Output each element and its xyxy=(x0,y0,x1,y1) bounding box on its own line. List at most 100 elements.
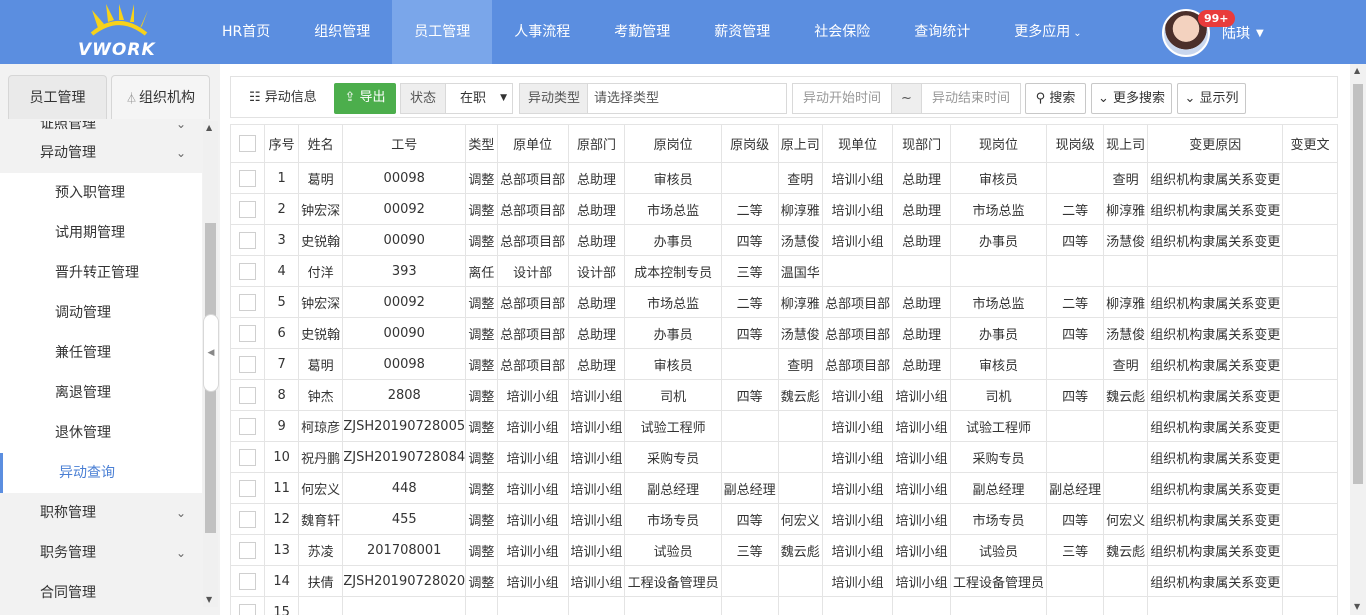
table-row[interactable]: 14 扶倩 ZJSH20190728020 调整 培训小组 培训小组 工程设备管理员 培训小组… xyxy=(230,565,1338,597)
table-row[interactable]: 13 苏凌 201708001 调整 培训小组 培训小组 试验员 三等 魏云彪 培训小组 培训小组试… xyxy=(230,534,1338,566)
show-columns-button[interactable]: ⌄ 显示列 xyxy=(1177,83,1246,114)
start-date-input[interactable]: 异动开始时间 xyxy=(792,83,892,114)
table-row[interactable]: 12 魏育轩 455 调整 培训小组 培训小组 市场专员 四等 何宏义 培训小组 培训小组 市场专员四… xyxy=(230,503,1338,535)
scroll-down-icon[interactable]: ▼ xyxy=(206,595,212,604)
nav-item-1[interactable]: 组织管理 xyxy=(292,0,392,64)
row-checkbox[interactable] xyxy=(239,448,257,466)
nav-item-0[interactable]: HR首页 xyxy=(200,0,292,64)
sidebar-subitem-0[interactable]: 预入职管理 xyxy=(0,173,202,213)
table-row[interactable]: 9 柯琼彦 ZJSH20190728005 调整 培训小组 培训小组 试验工程师 培训小组 培训… xyxy=(230,410,1338,442)
row-checkbox[interactable] xyxy=(239,262,257,280)
table-row[interactable]: 4 付洋 393 离任 设计部 设计部 成本控制专员 三等 温国华 xyxy=(230,255,1338,287)
row-checkbox[interactable] xyxy=(239,324,257,342)
vwork-logo[interactable]: VWORK xyxy=(78,4,168,62)
sidebar-subitem-2[interactable]: 晋升转正管理 xyxy=(0,253,202,293)
sidebar-subitem-7[interactable]: 异动查询 xyxy=(0,453,202,493)
column-header[interactable]: 现上司 xyxy=(1102,124,1149,163)
column-header[interactable]: 工号 xyxy=(342,124,467,163)
sidebar-group-contracts[interactable]: 合同管理 xyxy=(0,573,202,607)
sidebar-subitem-4[interactable]: 兼任管理 xyxy=(0,333,202,373)
table-cell: 付洋 xyxy=(297,255,344,287)
row-checkbox[interactable] xyxy=(239,169,257,187)
nav-item-3[interactable]: 人事流程 xyxy=(492,0,592,64)
row-checkbox[interactable] xyxy=(239,510,257,528)
more-search-button[interactable]: ⌄ 更多搜索 xyxy=(1091,83,1172,114)
table-cell: 组织机构隶属关系变更 xyxy=(1147,565,1284,597)
column-header[interactable]: 原岗级 xyxy=(720,124,779,163)
select-all-checkbox[interactable] xyxy=(239,135,257,152)
row-checkbox[interactable] xyxy=(239,200,257,218)
row-checkbox[interactable] xyxy=(239,231,257,249)
table-row[interactable]: 6 史锐翰 00090 调整 总部项目部 总助理 办事员 四等 汤慧俊 总部项目部 总助理 办事员 四等… xyxy=(230,317,1338,349)
search-button[interactable]: ⚲ 搜索 xyxy=(1025,83,1086,114)
table-row[interactable]: 7 葛明 00098 调整 总部项目部 总助理 审核员 查明 总部项目部 总助理 审核员 查明 组织机构… xyxy=(230,348,1338,380)
nav-item-2[interactable]: 员工管理 xyxy=(392,0,493,64)
page-scrollbar[interactable]: ▲ ▼ xyxy=(1350,64,1366,615)
sidebar-subitem-1[interactable]: 试用期管理 xyxy=(0,213,202,253)
column-header[interactable]: 姓名 xyxy=(297,124,344,163)
sidebar-item-certificates[interactable]: 证照管理 ⌄ xyxy=(0,121,202,133)
column-header[interactable]: 现部门 xyxy=(892,124,951,163)
table-row[interactable]: 11 何宏义 448 调整 培训小组 培训小组 副总经理 副总经理 培训小组 培训小组 副总经理 副总… xyxy=(230,472,1338,504)
sidebar-item-label: 职务管理 xyxy=(40,545,96,561)
nav-item-7[interactable]: 查询统计 xyxy=(892,0,992,64)
column-header[interactable]: 变更文 xyxy=(1282,124,1338,163)
table-cell: 司机 xyxy=(624,379,722,411)
notification-badge[interactable]: 99+ xyxy=(1198,10,1235,27)
row-checkbox[interactable] xyxy=(239,355,257,373)
column-header[interactable]: 序号 xyxy=(264,124,299,163)
column-header[interactable]: 现岗位 xyxy=(949,124,1048,163)
column-header[interactable]: 原单位 xyxy=(496,124,569,163)
scroll-down-icon[interactable]: ▼ xyxy=(1354,602,1360,611)
nav-item-4[interactable]: 考勤管理 xyxy=(592,0,692,64)
table-cell: 总部项目部 xyxy=(496,162,569,194)
row-checkbox[interactable] xyxy=(239,293,257,311)
tab-organization[interactable]: ⏃ 组织机构 xyxy=(111,75,210,119)
export-button[interactable]: ⇪ 导出 xyxy=(334,83,396,114)
caret-down-icon[interactable]: ▼ xyxy=(1256,28,1264,39)
sidebar-group-positions[interactable]: 职务管理 ⌄ xyxy=(0,533,202,573)
table-cell xyxy=(777,596,823,615)
type-select[interactable]: 请选择类型 xyxy=(587,83,787,114)
export-icon: ⇪ xyxy=(344,90,356,105)
row-checkbox[interactable] xyxy=(239,417,257,435)
sidebar-subitem-6[interactable]: 退休管理 xyxy=(0,413,202,453)
nav-item-6[interactable]: 社会保险 xyxy=(792,0,892,64)
scrollbar-thumb[interactable] xyxy=(1353,84,1363,484)
row-checkbox[interactable] xyxy=(239,541,257,559)
scroll-up-icon[interactable]: ▲ xyxy=(1354,66,1360,75)
row-checkbox[interactable] xyxy=(239,479,257,497)
user-menu[interactable]: 99+ 陆琪 ▼ xyxy=(1162,8,1264,58)
sidebar-subitem-5[interactable]: 离退管理 xyxy=(0,373,202,413)
table-cell: 调整 xyxy=(465,317,498,349)
column-header[interactable]: 变更原因 xyxy=(1147,124,1284,163)
table-cell: 钟杰 xyxy=(297,379,344,411)
table-row[interactable]: 3 史锐翰 00090 调整 总部项目部 总助理 办事员 四等 汤慧俊 培训小组 总助理 办事员 四等汤… xyxy=(230,224,1338,256)
sidebar-subitem-3[interactable]: 调动管理 xyxy=(0,293,202,333)
table-row[interactable]: 10 祝丹鹏 ZJSH20190728084 调整 培训小组 培训小组 采购专员 培训小组 培训… xyxy=(230,441,1338,473)
sidebar-group-titles[interactable]: 职称管理 ⌄ xyxy=(0,493,202,533)
table-row[interactable]: 8 钟杰 2808 调整 培训小组 培训小组 司机 四等 魏云彪 培训小组 培训小组 司机 四等 魏云彪组… xyxy=(230,379,1338,411)
sidebar-group-transfer[interactable]: 异动管理 ⌄ xyxy=(0,133,202,173)
row-checkbox[interactable] xyxy=(239,386,257,404)
status-select[interactable]: 在职 ▼ xyxy=(445,83,513,114)
column-header[interactable]: 现单位 xyxy=(821,124,894,163)
column-header[interactable]: 现岗级 xyxy=(1046,124,1104,163)
row-checkbox[interactable] xyxy=(239,572,257,590)
column-header[interactable]: 类型 xyxy=(465,124,498,163)
sidebar-collapse-handle[interactable]: ◀ xyxy=(203,314,219,392)
nav-item-5[interactable]: 薪资管理 xyxy=(692,0,792,64)
table-row[interactable]: 15 xyxy=(230,596,1338,615)
end-date-input[interactable]: 异动结束时间 xyxy=(921,83,1021,114)
nav-item-8[interactable]: 更多应用 ⌄ xyxy=(992,0,1103,64)
row-select-cell xyxy=(230,441,266,473)
scroll-up-icon[interactable]: ▲ xyxy=(206,123,212,132)
table-row[interactable]: 1 葛明 00098 调整 总部项目部 总助理 审核员 查明 培训小组 总助理 审核员 查明 组织机构隶… xyxy=(230,162,1338,194)
table-row[interactable]: 2 钟宏深 00092 调整 总部项目部 总助理 市场总监 二等 柳淳雅 培训小组 总助理 市场总监二… xyxy=(230,193,1338,225)
column-header[interactable]: 原上司 xyxy=(777,124,823,163)
tab-employee-management[interactable]: 员工管理 xyxy=(8,75,107,119)
table-row[interactable]: 5 钟宏深 00092 调整 总部项目部 总助理 市场总监 二等 柳淳雅 总部项目部 总助理 市场总监… xyxy=(230,286,1338,318)
column-header[interactable]: 原部门 xyxy=(567,124,626,163)
row-checkbox[interactable] xyxy=(239,603,257,615)
column-header[interactable]: 原岗位 xyxy=(624,124,722,163)
